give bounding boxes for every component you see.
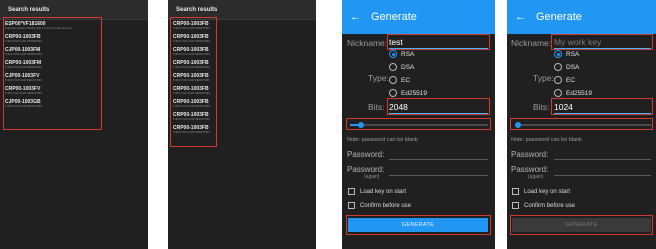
- checkbox-label: Confirm before use: [524, 202, 576, 209]
- checkbox-icon: [348, 202, 355, 209]
- radio-label: DSA: [401, 63, 415, 71]
- generate-screen-empty: ← Generate Nickname: My work key Type: R…: [507, 0, 656, 249]
- load-on-start-checkbox[interactable]: Load key on start: [348, 188, 406, 195]
- app-bar: ← Generate: [342, 0, 495, 34]
- search-results-screen-1: Search results ESP00*VF181600 Improved co…: [0, 0, 148, 249]
- checkbox-label: Confirm before use: [360, 202, 412, 209]
- back-arrow-icon[interactable]: ←: [515, 11, 526, 23]
- type-radio-ed25519[interactable]: Ed25519: [554, 89, 592, 97]
- password-again-field[interactable]: [389, 175, 488, 176]
- page-title: Generate: [536, 11, 582, 23]
- password-again-sub: (again): [528, 174, 544, 180]
- nickname-label: Nickname:: [347, 38, 388, 48]
- password-field[interactable]: [554, 159, 651, 160]
- password-note: Note: password can be blank: [511, 137, 582, 143]
- radio-label: RSA: [566, 50, 580, 58]
- confirm-before-use-checkbox[interactable]: Confirm before use: [348, 202, 411, 209]
- radio-selected-icon: [554, 50, 562, 58]
- password-again-label: Password:: [511, 165, 549, 174]
- radio-selected-icon: [389, 50, 397, 58]
- radio-label: RSA: [401, 50, 415, 58]
- highlight-box: [551, 34, 653, 50]
- app-bar: ← Generate: [507, 0, 656, 34]
- type-radio-rsa[interactable]: RSA: [554, 50, 579, 58]
- bits-label: Bits:: [368, 102, 385, 112]
- highlight-box: [510, 118, 653, 130]
- nickname-label: Nickname:: [511, 38, 552, 48]
- radio-label: Ed25519: [401, 89, 428, 97]
- bits-label: Bits:: [533, 102, 550, 112]
- page-title: Generate: [371, 11, 417, 23]
- checkbox-icon: [348, 188, 355, 195]
- checkbox-label: Load key on start: [360, 188, 407, 195]
- radio-label: EC: [566, 76, 576, 84]
- highlight-box: [346, 118, 491, 130]
- back-arrow-icon[interactable]: ←: [350, 11, 361, 23]
- type-radio-dsa[interactable]: DSA: [389, 63, 414, 71]
- type-radio-ec[interactable]: EC: [389, 76, 410, 84]
- checkbox-label: Load key on start: [524, 188, 571, 195]
- type-radio-dsa[interactable]: DSA: [554, 63, 579, 71]
- radio-icon: [554, 63, 562, 71]
- password-field[interactable]: [389, 159, 488, 160]
- radio-icon: [389, 89, 397, 97]
- type-label: Type:: [368, 73, 389, 83]
- radio-icon: [389, 76, 397, 84]
- highlight-box: [3, 17, 102, 130]
- generate-screen-filled: ← Generate Nickname: test Type: RSA DSA …: [342, 0, 495, 249]
- highlight-box: [551, 98, 653, 115]
- type-radio-ec[interactable]: EC: [554, 76, 575, 84]
- radio-icon: [554, 76, 562, 84]
- highlight-box: [387, 98, 490, 115]
- type-radio-rsa[interactable]: RSA: [389, 50, 414, 58]
- type-label: Type:: [533, 73, 554, 83]
- highlight-box: [346, 215, 491, 235]
- radio-label: EC: [401, 76, 411, 84]
- password-label: Password:: [347, 150, 385, 159]
- highlight-box: [170, 17, 217, 147]
- highlight-box: [387, 34, 490, 50]
- highlight-box: [510, 215, 653, 235]
- radio-label: DSA: [566, 63, 580, 71]
- checkbox-icon: [512, 202, 519, 209]
- checkbox-icon: [512, 188, 519, 195]
- password-label: Password:: [511, 150, 549, 159]
- password-again-field[interactable]: [554, 175, 651, 176]
- load-on-start-checkbox[interactable]: Load key on start: [512, 188, 570, 195]
- password-again-sub: (again): [364, 174, 380, 180]
- radio-icon: [389, 63, 397, 71]
- search-results-screen-2: Search results CRP00-1003FB THICK FILM CH…: [168, 0, 316, 249]
- password-again-label: Password:: [347, 165, 385, 174]
- type-radio-ed25519[interactable]: Ed25519: [389, 89, 427, 97]
- password-note: Note: password can be blank: [347, 137, 418, 143]
- confirm-before-use-checkbox[interactable]: Confirm before use: [512, 202, 575, 209]
- radio-icon: [554, 89, 562, 97]
- radio-label: Ed25519: [566, 89, 593, 97]
